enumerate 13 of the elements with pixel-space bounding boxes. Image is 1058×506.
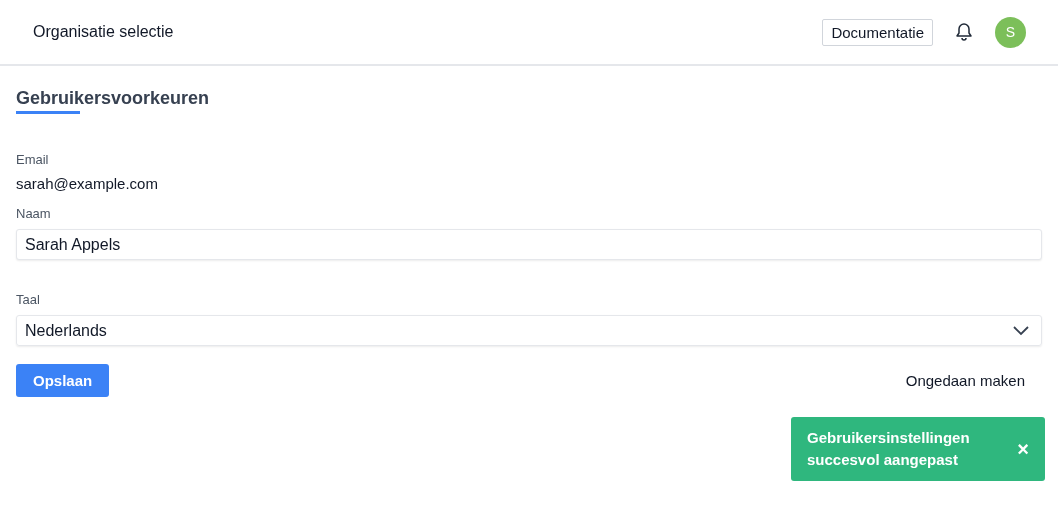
email-value: sarah@example.com xyxy=(16,175,159,192)
field-label: Taal xyxy=(16,292,41,307)
undo-link[interactable]: Ongedaan maken xyxy=(905,372,1025,389)
field-label: Naam xyxy=(16,206,52,221)
documentation-button[interactable]: Documentatie xyxy=(822,18,933,46)
toast-message: Gebruikersinstellingen succesvol aangepast xyxy=(807,428,971,470)
field-label: Email xyxy=(16,152,50,167)
chevron-down-icon xyxy=(1013,325,1029,336)
name-input[interactable]: Sarah Appels xyxy=(16,229,1042,260)
save-button[interactable]: Opslaan xyxy=(16,364,110,397)
notification-bell-icon[interactable] xyxy=(955,22,973,42)
organization-selector[interactable]: Organisatie selectie xyxy=(33,23,174,41)
language-select[interactable]: Nederlands xyxy=(16,315,1042,346)
